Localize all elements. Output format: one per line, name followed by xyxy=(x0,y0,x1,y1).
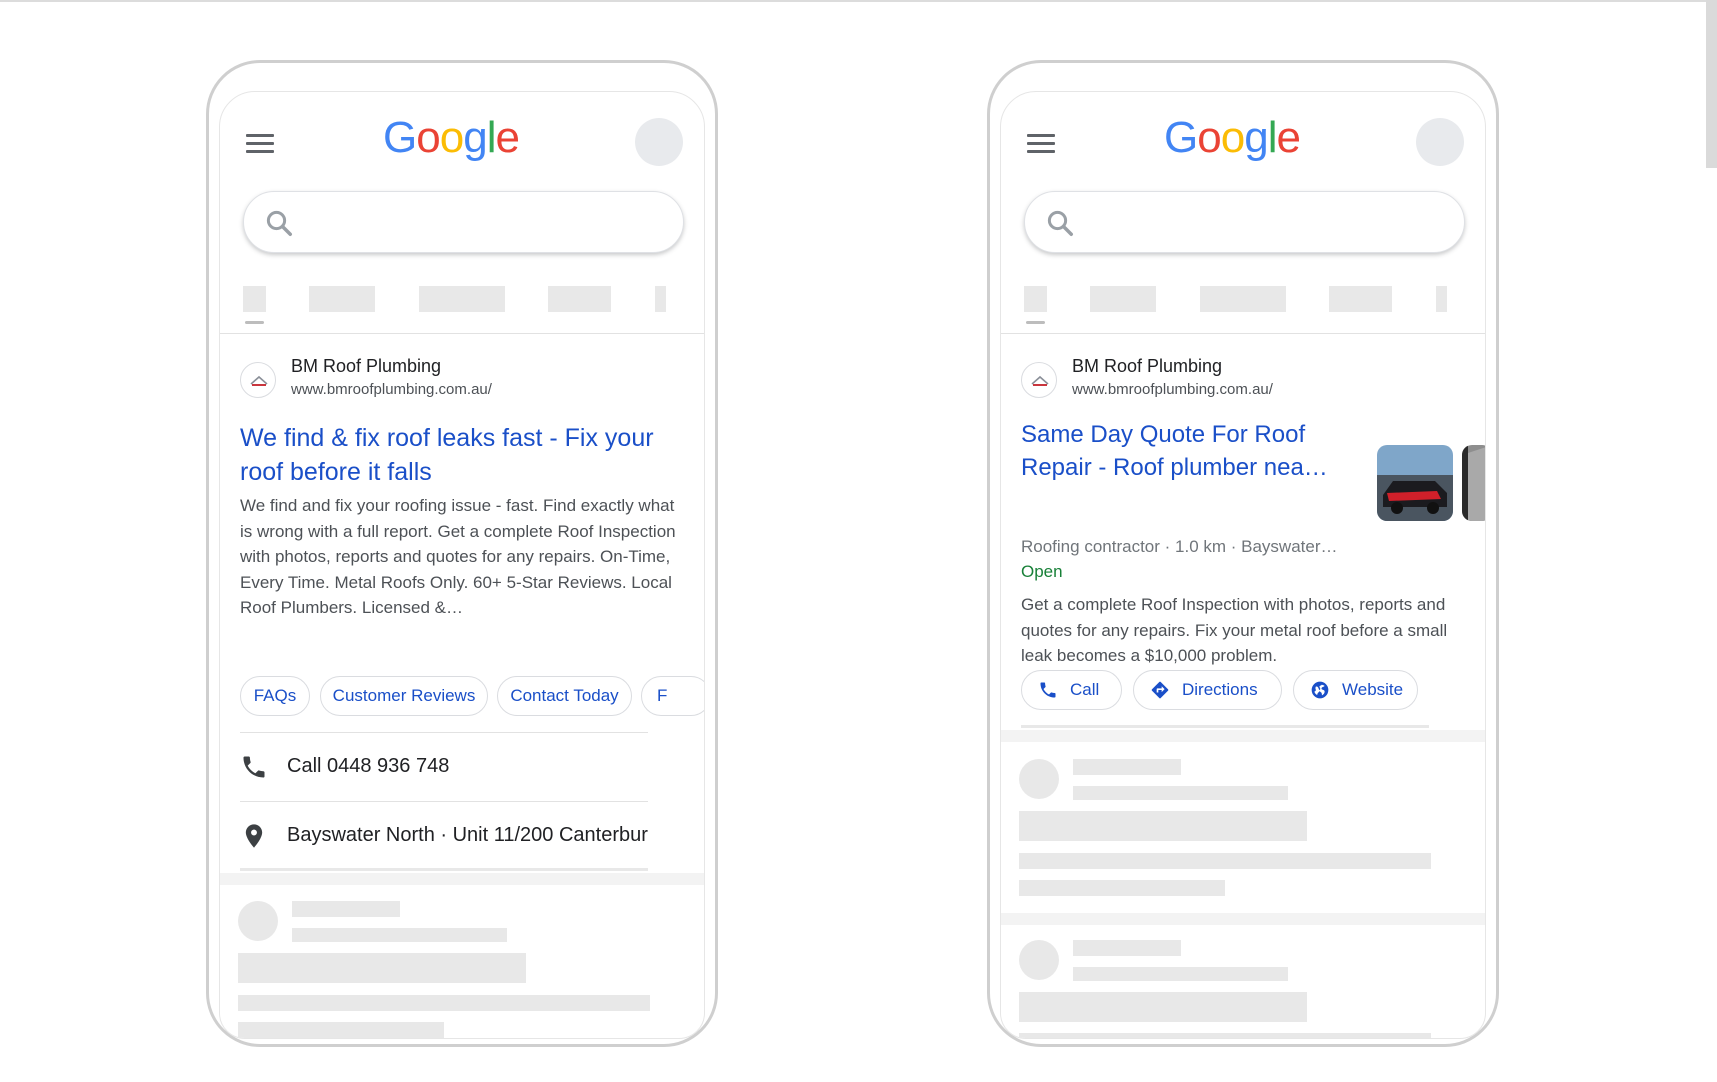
skeleton-avatar xyxy=(1019,759,1059,799)
business-photo[interactable] xyxy=(1462,445,1485,521)
top-divider xyxy=(0,0,1717,2)
skeleton-line xyxy=(1019,853,1431,869)
logo-letter: g xyxy=(1244,113,1269,162)
search-icon xyxy=(266,210,292,236)
tab-placeholder[interactable] xyxy=(1024,286,1047,312)
directions-button[interactable]: Directions xyxy=(1133,670,1282,710)
tab-placeholder[interactable] xyxy=(1436,286,1447,312)
call-button[interactable]: Call xyxy=(1021,670,1122,710)
logo-letter: G xyxy=(383,113,417,162)
tabs-divider xyxy=(220,333,704,334)
hamburger-menu-icon[interactable] xyxy=(246,134,274,154)
sitelink-contact-today[interactable]: Contact Today xyxy=(497,676,632,716)
logo-letter: o xyxy=(1197,113,1222,162)
phone-icon xyxy=(1040,682,1056,698)
logo-letter: G xyxy=(1164,113,1198,162)
call-extension[interactable]: Call 0448 936 748 xyxy=(287,755,449,778)
page-scrollbar[interactable] xyxy=(1706,0,1717,168)
tab-placeholder[interactable] xyxy=(1090,286,1156,312)
call-button-label: Call xyxy=(1070,680,1100,699)
tab-placeholder[interactable] xyxy=(655,286,666,312)
skeleton-line xyxy=(1073,967,1288,981)
ad-headline-link[interactable]: Same Day Quote For Roof Repair - Roof pl… xyxy=(1021,418,1349,484)
search-icon xyxy=(1047,210,1073,236)
skeleton-line xyxy=(1019,880,1225,896)
tabs-divider xyxy=(1001,333,1485,334)
directions-icon xyxy=(1151,681,1169,699)
tab-placeholder[interactable] xyxy=(1200,286,1286,312)
website-button[interactable]: Website xyxy=(1293,670,1418,710)
skeleton-line xyxy=(292,928,507,942)
skeleton-line xyxy=(1073,759,1181,775)
location-extension[interactable]: Bayswater North · Unit 11/200 Canterbur… xyxy=(287,824,649,847)
ad-description: Get a complete Roof Inspection with phot… xyxy=(1021,595,1448,665)
skeleton-line xyxy=(1073,786,1288,800)
skeleton-line xyxy=(1073,940,1181,956)
logo-letter: g xyxy=(463,113,488,162)
active-tab-indicator xyxy=(245,321,264,324)
sitelink-faqs[interactable]: FAQs xyxy=(240,676,310,716)
tab-placeholder[interactable] xyxy=(309,286,375,312)
skeleton-line xyxy=(238,1022,444,1038)
tab-placeholder[interactable] xyxy=(548,286,611,312)
divider xyxy=(1021,725,1429,728)
advertiser-name[interactable]: BM Roof Plumbing xyxy=(291,356,441,377)
advertiser-name[interactable]: BM Roof Plumbing xyxy=(1072,356,1222,377)
skeleton-line xyxy=(292,901,400,917)
advertiser-favicon xyxy=(1021,362,1057,398)
sitelink-customer-reviews[interactable]: Customer Reviews xyxy=(320,676,488,716)
skeleton-avatar xyxy=(238,901,278,941)
tab-placeholder[interactable] xyxy=(243,286,266,312)
search-input[interactable] xyxy=(243,191,684,253)
ad-description: We find and fix your roofing issue - fas… xyxy=(240,496,676,617)
directions-button-label: Directions xyxy=(1182,680,1258,699)
logo-letter: o xyxy=(1220,113,1246,162)
skeleton-avatar xyxy=(1019,940,1059,980)
phone-icon xyxy=(243,756,265,778)
phone-screen: Google BM Roof Plumbing www.bmroofplumbi… xyxy=(1000,91,1486,1039)
google-logo: Google xyxy=(383,112,520,164)
tab-placeholder[interactable] xyxy=(1329,286,1392,312)
logo-letter: e xyxy=(495,113,520,162)
skeleton-line xyxy=(1019,1033,1431,1038)
account-avatar[interactable] xyxy=(635,118,683,166)
skeleton-line xyxy=(1019,992,1307,1022)
section-separator xyxy=(1001,730,1485,742)
phone-screen: Google BM Roof Plumbing www.bmroofplumbi… xyxy=(219,91,705,1039)
divider xyxy=(240,732,648,733)
skeleton-line xyxy=(238,995,650,1011)
globe-icon xyxy=(1311,681,1329,699)
logo-letter: o xyxy=(439,113,465,162)
logo-letter: o xyxy=(416,113,441,162)
advertiser-url[interactable]: www.bmroofplumbing.com.au/ xyxy=(291,381,492,398)
open-status: Open xyxy=(1021,562,1063,581)
account-avatar[interactable] xyxy=(1416,118,1464,166)
sitelink-more[interactable]: F xyxy=(641,676,704,716)
hamburger-menu-icon[interactable] xyxy=(1027,134,1055,154)
skeleton-line xyxy=(1019,811,1307,841)
advertiser-url[interactable]: www.bmroofplumbing.com.au/ xyxy=(1072,381,1273,398)
logo-letter: e xyxy=(1276,113,1301,162)
skeleton-line xyxy=(238,953,526,983)
search-input[interactable] xyxy=(1024,191,1465,253)
section-separator xyxy=(220,873,704,885)
active-tab-indicator xyxy=(1026,321,1045,324)
website-button-label: Website xyxy=(1342,680,1404,699)
business-category-distance: Roofing contractor · 1.0 km · Bayswater… xyxy=(1021,537,1338,556)
phone-mockup-text-ad: Google BM Roof Plumbing www.bmroofplumbi… xyxy=(206,60,718,1047)
business-photo[interactable] xyxy=(1377,445,1453,521)
tab-placeholder[interactable] xyxy=(419,286,505,312)
location-pin-icon xyxy=(245,824,263,848)
divider xyxy=(240,801,648,802)
divider xyxy=(240,868,648,871)
phone-mockup-local-ad: Google BM Roof Plumbing www.bmroofplumbi… xyxy=(987,60,1499,1047)
advertiser-favicon xyxy=(240,362,276,398)
section-separator xyxy=(1001,913,1485,925)
google-logo: Google xyxy=(1164,112,1301,164)
ad-headline-link[interactable]: We find & fix roof leaks fast - Fix your… xyxy=(240,421,670,489)
